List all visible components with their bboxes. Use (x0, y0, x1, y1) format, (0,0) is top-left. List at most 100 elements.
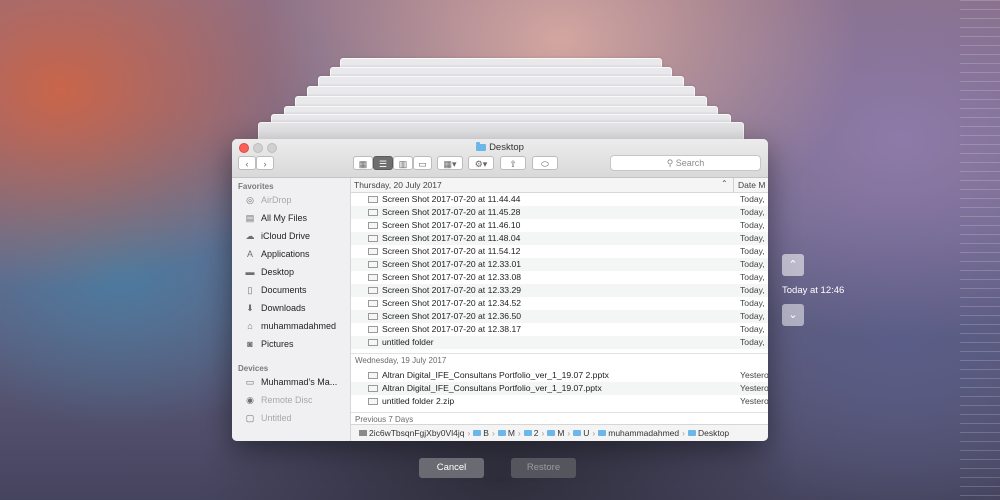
sidebar-item-label: All My Files (261, 213, 308, 223)
file-icon (368, 339, 378, 346)
column-view-button[interactable]: ▥ (393, 156, 413, 170)
table-row[interactable]: Screen Shot 2017-07-20 at 11.45.28 Today, (351, 206, 768, 219)
sidebar-item-label: muhammadahmed (261, 321, 337, 331)
file-date: Today, (740, 298, 765, 308)
column-divider[interactable] (733, 178, 734, 192)
sidebar-item[interactable]: ◎ AirDrop (244, 193, 348, 207)
path-item[interactable]: 2ic6wTbsqnFgjXby0Vl4jq (359, 425, 464, 441)
table-row[interactable]: Screen Shot 2017-07-20 at 12.33.29 Today, (351, 284, 768, 297)
file-icon (368, 385, 378, 392)
table-row[interactable]: Screen Shot 2017-07-20 at 11.48.04 Today, (351, 232, 768, 245)
path-item-label: 2 (533, 428, 539, 438)
file-icon (368, 398, 378, 405)
table-row[interactable]: Screen Shot 2017-07-20 at 12.38.17 Today, (351, 323, 768, 336)
sidebar-item[interactable]: ▬ Desktop (244, 265, 348, 279)
file-list: Thursday, 20 July 2017 ⌃ Date M Screen S… (351, 178, 768, 423)
path-item[interactable]: 2 (523, 425, 539, 441)
table-row[interactable]: Screen Shot 2017-07-20 at 11.54.12 Today, (351, 245, 768, 258)
path-item-label: B (483, 428, 489, 438)
table-row[interactable]: Screen Shot 2017-07-20 at 12.33.08 Today, (351, 271, 768, 284)
sidebar-item[interactable]: A Applications (244, 247, 348, 261)
name-column-header[interactable]: Thursday, 20 July 2017 (354, 180, 442, 190)
chevron-left-icon: ‹ (245, 159, 249, 169)
table-row[interactable]: untitled folder Today, (351, 336, 768, 349)
table-row[interactable]: Screen Shot 2017-07-20 at 11.46.10 Today, (351, 219, 768, 232)
back-button[interactable]: ‹ (238, 156, 256, 170)
file-name: Screen Shot 2017-07-20 at 12.33.08 (382, 272, 522, 282)
coverflow-view-button[interactable]: ▭ (413, 156, 432, 170)
sidebar-item[interactable]: ▤ All My Files (244, 211, 348, 225)
path-item[interactable]: M (547, 425, 564, 441)
applications-icon: A (246, 249, 253, 259)
file-name: Screen Shot 2017-07-20 at 11.48.04 (382, 233, 521, 243)
forward-button[interactable]: › (256, 156, 274, 170)
laptop-icon: ▭ (245, 377, 255, 387)
file-icon (368, 209, 378, 216)
table-row[interactable]: untitled folder 2.zip Yestero (351, 395, 768, 408)
sidebar-item-label: Downloads (261, 303, 306, 313)
folder-icon (473, 430, 482, 436)
tag-button[interactable]: ⬭ (532, 156, 558, 170)
cloud-icon: ☁ (245, 231, 255, 241)
file-name: Screen Shot 2017-07-20 at 11.44.44 (382, 194, 521, 204)
share-button[interactable]: ⇧ (500, 156, 526, 170)
file-date: Today, (740, 285, 765, 295)
tag-icon: ⬭ (541, 159, 549, 169)
icon-view-button[interactable]: ▦ (353, 156, 373, 170)
table-row[interactable]: Altran Digital_IFE_Consultans Portfolio_… (351, 382, 768, 395)
table-row[interactable]: Screen Shot 2017-07-20 at 12.36.50 Today, (351, 310, 768, 323)
file-name: Screen Shot 2017-07-20 at 11.45.28 (382, 207, 521, 217)
home-icon: ⌂ (247, 321, 253, 331)
group-header-label: Previous 7 Days (355, 415, 414, 423)
path-separator-icon: › (491, 428, 495, 438)
path-item[interactable]: muhammadahmed (598, 425, 679, 441)
downloads-icon: ⬇ (246, 303, 254, 313)
file-icon (368, 196, 378, 203)
sidebar-item-label: Muhammad's Ma... (261, 377, 338, 387)
sidebar-item[interactable]: ◙ Pictures (244, 337, 348, 351)
files-icon: ▤ (245, 213, 255, 223)
path-item-label: U (583, 428, 590, 438)
table-row[interactable]: Altran Digital_IFE_Consultans Portfolio_… (351, 369, 768, 382)
grid-icon: ▦ (358, 159, 368, 169)
file-date: Today, (740, 194, 765, 204)
table-row[interactable]: Screen Shot 2017-07-20 at 11.44.44 Today, (351, 193, 768, 206)
home-icon (598, 430, 607, 436)
cancel-button[interactable]: Cancel (419, 458, 484, 478)
restore-button[interactable]: Restore (511, 458, 576, 478)
time-machine-up-button[interactable]: ⌃ (782, 254, 804, 276)
path-item[interactable]: Desktop (687, 425, 729, 441)
table-row[interactable]: Screen Shot 2017-07-20 at 12.34.52 Today, (351, 297, 768, 310)
sidebar-item[interactable]: ⌂ muhammadahmed (244, 319, 348, 333)
list-view-button[interactable]: ☰ (373, 156, 393, 170)
path-item[interactable]: M (497, 425, 515, 441)
sidebar-item[interactable]: ◉ Remote Disc (244, 393, 348, 407)
file-icon (368, 235, 378, 242)
table-row[interactable]: Screen Shot 2017-07-20 at 12.33.01 Today, (351, 258, 768, 271)
time-machine-date-label: Today at 12:46 (782, 285, 845, 296)
path-item[interactable]: B (473, 425, 489, 441)
search-field[interactable]: ⚲ Search (610, 155, 761, 171)
file-name: Screen Shot 2017-07-20 at 12.33.29 (382, 285, 522, 295)
share-icon: ⇧ (509, 159, 517, 169)
sidebar-item[interactable]: ☁ iCloud Drive (244, 229, 348, 243)
drive-icon: ▢ (245, 413, 255, 423)
file-date: Today, (740, 337, 765, 347)
group-button[interactable]: ▦▾ (437, 156, 463, 170)
file-icon (368, 222, 378, 229)
camera-icon: ◙ (247, 339, 253, 349)
sidebar-item[interactable]: ⬇ Downloads (244, 301, 348, 315)
search-icon: ⚲ (666, 158, 676, 168)
file-name: untitled folder (382, 337, 434, 347)
sidebar-item[interactable]: ▭ Muhammad's Ma... (244, 375, 348, 389)
time-machine-down-button[interactable]: ⌄ (782, 304, 804, 326)
sidebar-item[interactable]: ▢ Untitled (244, 411, 348, 425)
file-icon (368, 248, 378, 255)
sidebar-item[interactable]: ▯ Documents (244, 283, 348, 297)
folder-icon (523, 430, 532, 436)
file-date: Today, (740, 324, 765, 334)
date-column-header[interactable]: Date M (738, 180, 765, 190)
action-button[interactable]: ⚙▾ (468, 156, 494, 170)
path-item[interactable]: U (573, 425, 589, 441)
file-date: Today, (740, 246, 765, 256)
